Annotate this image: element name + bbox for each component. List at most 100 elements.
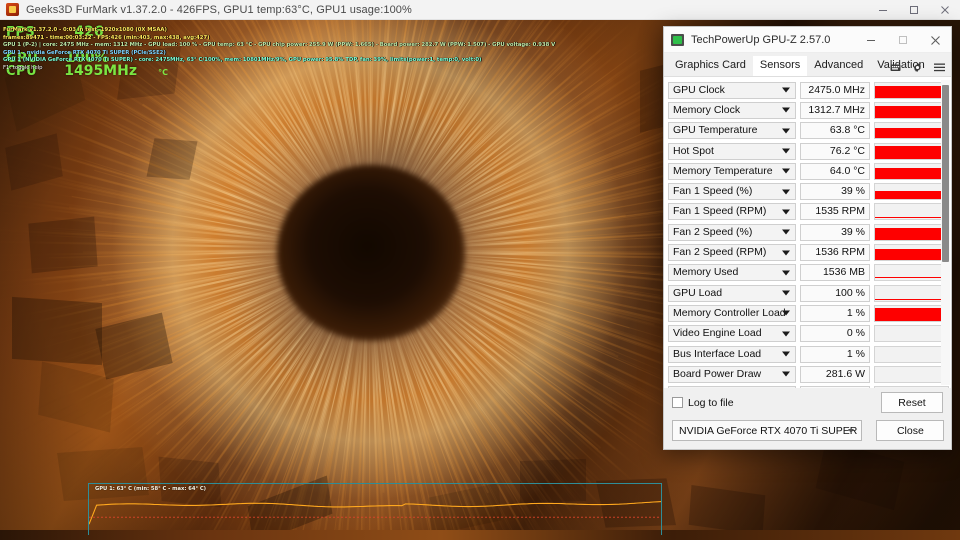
sensor-name-label: Video Engine Load — [673, 327, 762, 340]
chevron-down-icon — [782, 128, 790, 134]
sensor-name-dropdown[interactable]: GPU Clock — [668, 81, 796, 99]
sensor-graph[interactable] — [874, 284, 949, 302]
sensor-name-dropdown[interactable]: Hot Spot — [668, 142, 796, 160]
sensor-value: 1536 MB — [800, 264, 870, 282]
furmark-title-bar[interactable]: Geeks3D FurMark v1.37.2.0 - 426FPS, GPU1… — [0, 0, 960, 20]
fur-core — [277, 165, 465, 341]
sensor-name-label: Fan 1 Speed (RPM) — [673, 205, 767, 218]
sensor-graph[interactable] — [874, 122, 949, 140]
sensor-value: 76.2 °C — [800, 142, 870, 160]
sensor-graph[interactable] — [874, 386, 949, 388]
chevron-down-icon — [782, 189, 790, 195]
gpu-select-dropdown[interactable]: NVIDIA GeForce RTX 4070 Ti SUPER — [672, 420, 863, 441]
furmark-maximize-button[interactable] — [898, 0, 929, 20]
sensor-graph[interactable] — [874, 325, 949, 343]
sensor-name-dropdown[interactable]: Fan 1 Speed (RPM) — [668, 203, 796, 221]
sensor-graph-line — [875, 217, 948, 219]
sensor-value: 63.8 °C — [800, 122, 870, 140]
furmark-close-button[interactable] — [929, 0, 960, 20]
reset-button[interactable]: Reset — [881, 392, 943, 413]
gpu-select-value: NVIDIA GeForce RTX 4070 Ti SUPER — [679, 424, 858, 437]
sensor-name-label: Fan 2 Speed (%) — [673, 225, 753, 238]
gpuz-window: TechPowerUp GPU-Z 2.57.0 Graphics Card S… — [663, 26, 952, 450]
sensor-graph[interactable] — [874, 203, 949, 221]
gpuz-minimize-button[interactable] — [855, 27, 887, 53]
scrollbar-thumb[interactable] — [942, 85, 949, 262]
sensor-value: 1312.7 MHz — [800, 101, 870, 119]
sensor-graph[interactable] — [874, 365, 949, 383]
sensor-rows: GPU Clock 2475.0 MHz Memory Clock 1312.7 MH… — [664, 77, 951, 388]
sensor-name-dropdown[interactable]: Fan 1 Speed (%) — [668, 183, 796, 201]
gear-icon[interactable] — [912, 62, 923, 73]
sensor-name-label: Memory Controller Load — [673, 306, 786, 319]
gpuz-toolbar — [890, 62, 945, 73]
sensor-row: Fan 2 Speed (RPM) 1536 RPM — [668, 242, 949, 262]
sensor-value-text: 39 % — [841, 185, 865, 198]
tab-graphics-card[interactable]: Graphics Card — [668, 56, 753, 76]
sensor-name-label: Fan 1 Speed (%) — [673, 185, 753, 198]
sensor-name-dropdown[interactable]: GPU Load — [668, 284, 796, 302]
chevron-down-icon — [782, 351, 790, 357]
sensor-graph[interactable] — [874, 345, 949, 363]
sensor-value: 1 % — [800, 304, 870, 322]
sensor-graph[interactable] — [874, 81, 949, 99]
sensor-value-text: 76.2 °C — [829, 144, 865, 157]
sensor-name-label: GPU Chip Power Draw — [673, 387, 780, 388]
sensor-value-text: 1536 RPM — [815, 246, 865, 259]
camera-icon[interactable] — [890, 63, 901, 72]
sensor-graph-fill — [875, 145, 948, 159]
sensor-list-scrollbar[interactable] — [941, 80, 950, 385]
sensor-graph[interactable] — [874, 223, 949, 241]
sensor-name-label: GPU Load — [673, 286, 723, 299]
sensor-name-label: Memory Temperature — [673, 164, 773, 177]
log-to-file-checkbox[interactable]: Log to file — [672, 397, 734, 409]
overlay-line-5: GPU 1 (NVIDIA GeForce RTX 4070 Ti SUPER)… — [3, 57, 482, 64]
sensor-name-dropdown[interactable]: Memory Temperature — [668, 162, 796, 180]
chevron-down-icon — [782, 371, 790, 377]
sensor-name-label: Board Power Draw — [673, 367, 762, 380]
sensor-name-label: Hot Spot — [673, 144, 714, 157]
sensor-name-dropdown[interactable]: GPU Temperature — [668, 122, 796, 140]
sensor-graph-fill — [875, 191, 948, 200]
sensor-name-dropdown[interactable]: Memory Used — [668, 264, 796, 282]
sensor-graph[interactable] — [874, 142, 949, 160]
sensor-value-text: 63.8 °C — [829, 124, 865, 137]
sensor-name-dropdown[interactable]: Bus Interface Load — [668, 345, 796, 363]
sensor-name-dropdown[interactable]: Fan 2 Speed (RPM) — [668, 244, 796, 262]
sensor-value: 255.4 W — [800, 386, 870, 388]
gpuz-close-button[interactable] — [919, 27, 951, 53]
furmark-minimize-button[interactable] — [867, 0, 898, 20]
chevron-down-icon — [782, 209, 790, 215]
gpuz-title-bar[interactable]: TechPowerUp GPU-Z 2.57.0 — [664, 27, 951, 53]
tab-advanced[interactable]: Advanced — [807, 56, 870, 76]
overlay-line-6: F1: toggle help — [3, 64, 43, 71]
sensor-graph-fill — [875, 105, 948, 118]
sensor-value-text: 255.4 W — [826, 387, 865, 388]
sensor-graph[interactable] — [874, 101, 949, 119]
sensor-value-text: 1312.7 MHz — [808, 103, 865, 116]
sensor-graph[interactable] — [874, 183, 949, 201]
sensor-name-dropdown[interactable]: GPU Chip Power Draw — [668, 386, 796, 388]
sensor-graph[interactable] — [874, 162, 949, 180]
sensor-name-dropdown[interactable]: Memory Controller Load — [668, 304, 796, 322]
tab-sensors[interactable]: Sensors — [752, 56, 808, 76]
sensor-graph[interactable] — [874, 244, 949, 262]
gpuz-tab-bar: Graphics Card Sensors Advanced Validatio… — [664, 53, 951, 76]
sensor-name-dropdown[interactable]: Memory Clock — [668, 101, 796, 119]
sensor-graph[interactable] — [874, 264, 949, 282]
sensor-name-label: Bus Interface Load — [673, 347, 762, 360]
sensor-graph-line — [875, 277, 948, 279]
sensor-value: 0 % — [800, 325, 870, 343]
gpuz-maximize-button[interactable] — [887, 27, 919, 53]
close-button[interactable]: Close — [876, 420, 945, 441]
sensor-row: Fan 1 Speed (%) 39 % — [668, 181, 949, 201]
menu-icon[interactable] — [934, 63, 945, 72]
log-to-file-box[interactable] — [672, 397, 683, 408]
sensor-graph[interactable] — [874, 304, 949, 322]
furmark-window-controls — [867, 0, 960, 20]
sensor-row: GPU Load 100 % — [668, 283, 949, 303]
gpuz-sensors-panel: GPU Clock 2475.0 MHz Memory Clock 1312.7 MH… — [664, 76, 951, 388]
sensor-name-dropdown[interactable]: Fan 2 Speed (%) — [668, 223, 796, 241]
sensor-name-dropdown[interactable]: Video Engine Load — [668, 325, 796, 343]
sensor-name-dropdown[interactable]: Board Power Draw — [668, 365, 796, 383]
